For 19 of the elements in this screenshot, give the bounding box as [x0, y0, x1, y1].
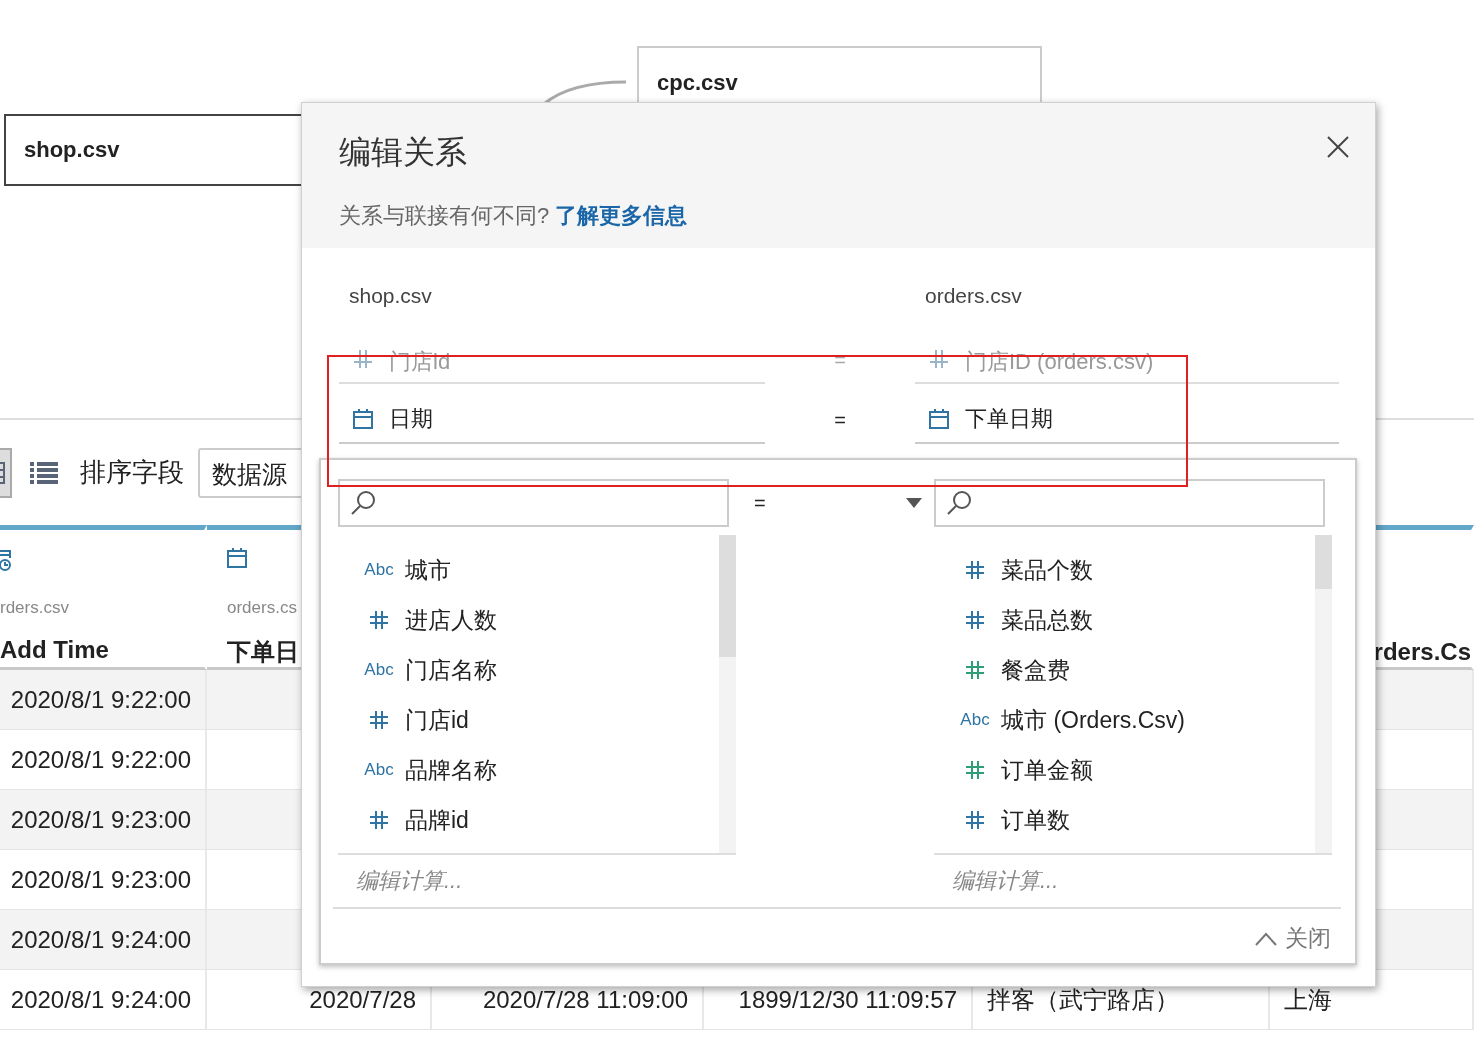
operator-label: = — [833, 347, 847, 373]
table-cell: 2020/8/1 9:24:00 — [0, 910, 207, 970]
string-type-icon: Abc — [364, 660, 394, 680]
table-cell: 2020/8/1 9:22:00 — [0, 670, 207, 730]
table-name: shop.csv — [349, 284, 433, 309]
column-name: Add Time — [0, 636, 110, 664]
string-type-icon: Abc — [960, 710, 990, 730]
column-name: rders.Cs — [1372, 638, 1471, 666]
table-cell: 2020/8/1 9:24:00 — [0, 970, 207, 1030]
sort-label: 排序字段 — [80, 456, 184, 489]
table-cell: 2020/8/1 9:23:00 — [0, 790, 207, 850]
column-name: 下单日 — [227, 637, 300, 667]
string-type-icon: Abc — [364, 760, 394, 780]
operator-label: = — [833, 407, 847, 433]
dialog-subtitle: 关系与联接有何不同? — [339, 203, 550, 228]
string-type-icon: Abc — [364, 560, 394, 580]
column-source: orders.cs — [227, 598, 298, 619]
column-source: rders.csv — [0, 598, 70, 619]
table-name: orders.csv — [925, 284, 1023, 309]
